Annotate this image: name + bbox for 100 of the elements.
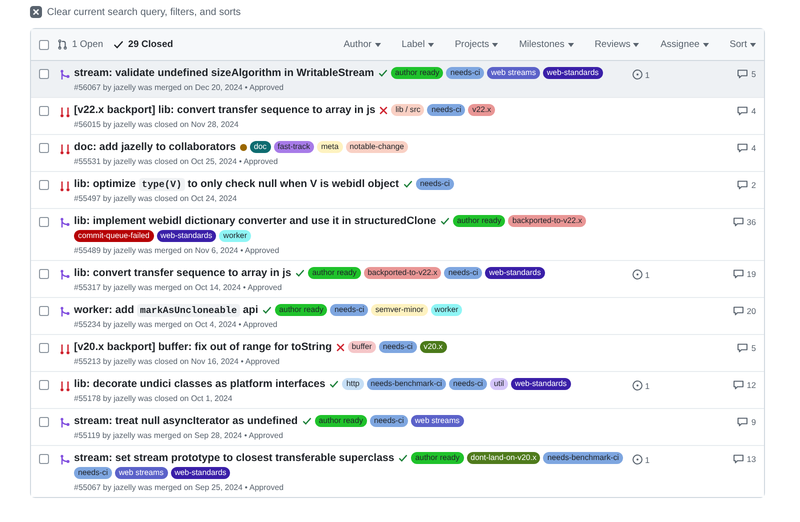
filter-dropdown[interactable]: Sort [730, 39, 756, 50]
row-checkbox[interactable] [39, 269, 49, 279]
linked-issue-count: 1 [645, 380, 650, 390]
select-all-checkbox[interactable] [39, 40, 49, 50]
pull-request-title-link[interactable]: doc: add jazelly to collaborators [74, 141, 236, 153]
comment-icon [732, 380, 744, 390]
closed-pull-request-icon [59, 343, 71, 355]
merge-icon [59, 454, 71, 466]
linked-issue-count: 1 [645, 454, 650, 464]
row-checkbox[interactable] [39, 217, 49, 227]
pull-request-meta: #55497 by jazelly was closed on Oct 24, 2024 [74, 194, 238, 203]
row-checkbox[interactable] [39, 343, 49, 353]
comment-count[interactable]: 20 [746, 306, 756, 316]
comment-icon [737, 343, 748, 353]
pull-request-title-link[interactable]: [v20.x backport] buffer: fix out of range for toString [74, 341, 332, 353]
pull-request-title-link[interactable]: stream: validate undefined sizeAlgorithm in WritableStream [74, 67, 374, 79]
filter-dropdown[interactable]: Label [402, 39, 434, 50]
pull-request-meta: #55489 by jazelly was merged on Nov 6, 2024 • Approved [74, 246, 280, 255]
closed-pull-request-icon [59, 106, 71, 118]
check-icon [113, 39, 124, 50]
pull-request-meta: #55531 by jazelly was closed on Oct 25, 2024 • Approved [74, 157, 279, 166]
row-checkbox[interactable] [39, 417, 49, 427]
merge-icon [59, 217, 71, 229]
filter-dropdown[interactable]: Projects [454, 39, 498, 50]
check-icon[interactable] [295, 268, 306, 278]
check-icon[interactable] [398, 453, 408, 463]
filter-dropdown[interactable]: Reviews [594, 39, 640, 50]
cross-icon[interactable] [379, 106, 388, 114]
pull-request-title-link[interactable]: lib: implement webidl dictionary converter and use it in structuredClone [74, 215, 436, 227]
merge-icon [59, 69, 71, 81]
close-icon[interactable] [30, 6, 42, 18]
cross-icon[interactable] [336, 342, 345, 352]
row-checkbox[interactable] [39, 454, 49, 464]
comment-icon [732, 306, 744, 316]
merge-icon [59, 417, 71, 429]
comment-count[interactable]: 19 [746, 269, 756, 279]
closed-pull-request-icon [59, 143, 71, 155]
merge-icon [59, 269, 71, 281]
issue-icon [632, 269, 643, 280]
pull-request-title-link[interactable]: stream: treat null asyncIterator as undefined [74, 415, 298, 427]
check-icon[interactable] [302, 416, 312, 426]
comment-count[interactable]: 36 [746, 217, 756, 227]
row-checkbox[interactable] [39, 180, 49, 190]
clear-filters-link[interactable]: Clear current search query, filters, and sorts [47, 6, 241, 18]
check-icon[interactable] [378, 68, 388, 78]
filter-dropdown[interactable]: Assignee [660, 39, 709, 50]
comment-icon [732, 269, 744, 279]
filter-dropdown[interactable]: Author [344, 39, 381, 50]
issue-icon [632, 454, 643, 465]
comment-count[interactable]: 4 [751, 143, 756, 153]
closed-filter[interactable]: 29 Closed [113, 39, 174, 50]
caret-icon [633, 42, 640, 46]
comment-icon [732, 454, 744, 464]
caret-icon [702, 42, 709, 46]
caret-icon [492, 42, 498, 46]
row-checkbox[interactable] [39, 143, 49, 153]
pull-request-title-link[interactable]: stream: set stream prototype to closest transferable superclass [74, 452, 394, 464]
pull-request-title-link[interactable]: lib: optimize type(V) to only check null when V is webidl object [74, 178, 399, 190]
comment-icon [737, 417, 748, 427]
comment-count[interactable]: 12 [746, 380, 756, 390]
filter-dropdown[interactable]: Milestones [519, 39, 574, 50]
comment-icon [737, 180, 748, 190]
row-checkbox[interactable] [39, 106, 49, 116]
pull-request-title-link[interactable]: lib: decorate undici classes as platform interfaces [74, 378, 326, 390]
comment-icon [737, 69, 748, 79]
caret-icon [568, 42, 574, 46]
issue-icon [632, 380, 643, 391]
row-checkbox[interactable] [39, 69, 49, 79]
pull-request-meta: #55119 by jazelly was merged on Sep 28, 2024 • Approved [74, 431, 284, 440]
pull-request-row[interactable] [31, 445, 764, 497]
check-icon[interactable] [329, 379, 340, 389]
dot-icon[interactable] [240, 144, 247, 150]
comment-count[interactable]: 4 [751, 106, 756, 116]
check-icon[interactable] [262, 305, 272, 315]
caret-icon [750, 42, 756, 46]
merge-icon [59, 306, 71, 318]
caret-icon [374, 42, 381, 46]
comment-count[interactable]: 9 [751, 417, 756, 427]
comment-icon [737, 143, 748, 153]
closed-pull-request-icon [59, 180, 71, 192]
check-icon[interactable] [440, 216, 450, 226]
pull-request-meta: #56067 by jazelly was merged on Dec 20, 2024 • Approved [74, 83, 285, 92]
comment-count[interactable]: 5 [751, 69, 756, 79]
pull-request-icon [57, 39, 68, 50]
check-icon[interactable] [402, 179, 413, 189]
comment-icon [732, 217, 744, 227]
pull-request-meta: #55067 by jazelly was merged on Sep 25, 2024 • Approved [74, 483, 285, 492]
comment-count[interactable]: 2 [751, 180, 756, 190]
pull-request-meta: #55178 by jazelly was closed on Oct 1, 2024 [74, 394, 234, 403]
row-checkbox[interactable] [39, 306, 49, 316]
comment-count[interactable]: 5 [751, 343, 756, 353]
pull-request-title-link[interactable]: lib: convert transfer sequence to array in js [74, 267, 292, 279]
row-checkbox[interactable] [39, 380, 49, 390]
pull-request-title-link[interactable]: [v22.x backport] lib: convert transfer sequence to array in js [74, 104, 376, 116]
pull-request-meta: #55234 by jazelly was merged on Oct 4, 2024 • Approved [74, 320, 278, 329]
comment-icon [737, 106, 748, 116]
caret-icon [428, 42, 434, 46]
closed-pull-request-icon [59, 380, 71, 392]
comment-count[interactable]: 13 [746, 454, 756, 464]
open-filter[interactable]: 1 Open [57, 39, 104, 50]
